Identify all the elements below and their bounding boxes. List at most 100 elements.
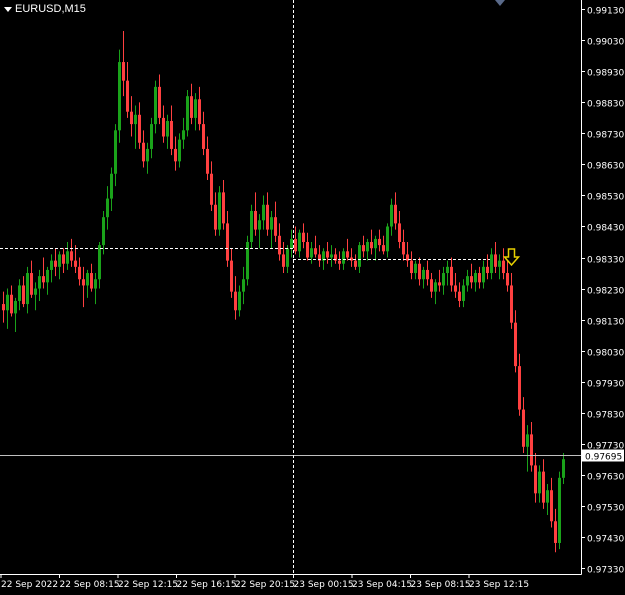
candle — [530, 421, 533, 472]
candle-body — [426, 269, 429, 280]
price-tick-label: 0.97630 — [587, 473, 624, 483]
candle — [58, 251, 61, 280]
candle — [498, 254, 501, 280]
candle-body — [282, 254, 285, 267]
chevron-down-icon[interactable] — [4, 6, 12, 12]
candle — [562, 452, 565, 485]
candle-body — [70, 251, 73, 261]
candle-body — [214, 204, 217, 230]
candle — [366, 238, 369, 261]
candle-body — [14, 300, 17, 314]
candle — [318, 245, 321, 267]
candle-body — [346, 251, 349, 258]
symbol-label: EURUSD,M15 — [4, 3, 86, 15]
candle-body — [146, 148, 149, 162]
candle — [378, 229, 381, 252]
candle — [450, 257, 453, 292]
candle-body — [422, 269, 425, 280]
candle — [22, 276, 25, 308]
candle — [150, 117, 153, 159]
candle-body — [506, 273, 509, 286]
candle — [346, 238, 349, 261]
candle — [542, 459, 545, 509]
candle-body — [54, 260, 57, 267]
candle-body — [178, 139, 181, 162]
candle — [358, 242, 361, 274]
candle-body — [354, 260, 357, 267]
price-tick-label: 0.98230 — [587, 287, 624, 297]
candle-body — [530, 434, 533, 466]
candle-body — [494, 254, 497, 267]
candle — [42, 257, 45, 289]
candle — [294, 226, 297, 255]
candle — [166, 114, 169, 149]
candle-body — [234, 291, 237, 311]
candle — [234, 276, 237, 320]
candle — [434, 279, 437, 305]
candle-body — [38, 276, 41, 289]
candle-body — [330, 254, 333, 258]
candle-body — [62, 254, 65, 264]
candle — [202, 111, 205, 156]
candle-body — [202, 124, 205, 149]
candle-body — [162, 117, 165, 137]
candle — [466, 269, 469, 292]
candle — [158, 74, 161, 125]
candle-body — [546, 490, 549, 503]
candle-body — [550, 490, 553, 522]
candle-body — [382, 245, 385, 252]
candle-body — [442, 273, 445, 286]
candle-body — [10, 294, 13, 314]
candle — [462, 279, 465, 308]
candle — [122, 31, 125, 97]
candle-body — [306, 242, 309, 258]
candle-body — [174, 148, 177, 162]
candle-body — [386, 226, 389, 252]
candle-body — [246, 242, 249, 280]
candle — [402, 229, 405, 261]
candle — [46, 266, 49, 295]
candle — [90, 263, 93, 292]
candle — [106, 186, 109, 230]
price-tick-label: 0.97430 — [587, 535, 624, 545]
price-tick-label: 0.99130 — [587, 7, 624, 17]
candle — [226, 210, 229, 267]
candle-body — [158, 86, 161, 118]
candle — [422, 266, 425, 289]
candle — [506, 260, 509, 292]
triangle-down-icon[interactable] — [495, 0, 505, 6]
candle — [522, 397, 525, 453]
candle — [386, 223, 389, 258]
candle — [154, 80, 157, 134]
candle-body — [274, 217, 277, 236]
candle-body — [270, 217, 273, 230]
candle — [14, 297, 17, 332]
candle-body — [370, 242, 373, 249]
candle — [50, 254, 53, 283]
time-tick-label: 22 Sep 16:15 — [177, 580, 237, 590]
candle — [190, 83, 193, 125]
candle — [30, 260, 33, 298]
candle-body — [478, 273, 481, 283]
candle — [118, 49, 121, 143]
chart-window[interactable]: 0.97695 0.99130 0.99030 0.98930 0.98830 0.98… — [0, 0, 625, 591]
candle — [250, 204, 253, 249]
candle — [314, 235, 317, 258]
price-tick-label: 0.97830 — [587, 411, 624, 421]
candle-body — [338, 260, 341, 264]
candle — [410, 251, 413, 280]
price-chart[interactable]: 0.97695 0.99130 0.99030 0.98930 0.98830 0.98… — [0, 0, 625, 591]
candle-body — [466, 276, 469, 286]
candle — [446, 260, 449, 286]
candle — [310, 242, 313, 264]
time-tick-label: 22 Sep 08:15 — [60, 580, 120, 590]
candle — [302, 223, 305, 249]
candle-body — [250, 210, 253, 243]
candle-body — [94, 279, 97, 289]
candle — [438, 269, 441, 292]
candle-body — [558, 477, 561, 543]
candle — [114, 124, 117, 187]
candle-body — [30, 273, 33, 295]
candle — [38, 269, 41, 301]
candle — [494, 242, 497, 274]
